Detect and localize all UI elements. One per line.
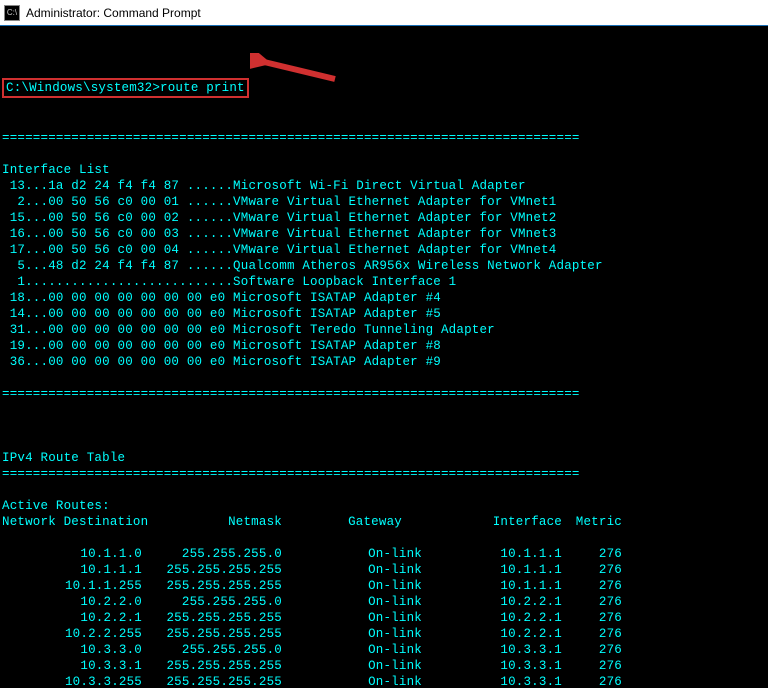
col-metric: Metric: [562, 514, 622, 530]
route-dest: 10.3.3.0: [2, 642, 142, 658]
route-if: 10.1.1.1: [422, 562, 562, 578]
route-met: 276: [562, 594, 622, 610]
interface-line: 31...00 00 00 00 00 00 00 e0 Microsoft T…: [2, 322, 766, 338]
interface-line: 14...00 00 00 00 00 00 00 e0 Microsoft I…: [2, 306, 766, 322]
interface-line: 2...00 50 56 c0 00 01 ......VMware Virtu…: [2, 194, 766, 210]
route-mask: 255.255.255.0: [142, 642, 282, 658]
route-met: 276: [562, 610, 622, 626]
route-row: 10.2.2.255255.255.255.255On-link10.2.2.1…: [2, 626, 622, 642]
route-met: 276: [562, 562, 622, 578]
route-if: 10.2.2.1: [422, 626, 562, 642]
route-dest: 10.3.3.255: [2, 674, 142, 688]
route-table: 10.1.1.0255.255.255.0On-link10.1.1.12761…: [2, 546, 622, 688]
separator-line: ========================================…: [2, 130, 766, 146]
interface-line: 1...........................Software Loo…: [2, 274, 766, 290]
route-if: 10.1.1.1: [422, 578, 562, 594]
route-gw: On-link: [282, 658, 422, 674]
route-mask: 255.255.255.0: [142, 546, 282, 562]
route-mask: 255.255.255.255: [142, 578, 282, 594]
route-mask: 255.255.255.255: [142, 562, 282, 578]
command-prompt-window: C:\ Administrator: Command Prompt C:\Win…: [0, 0, 768, 688]
route-gw: On-link: [282, 562, 422, 578]
terminal-area[interactable]: C:\Windows\system32>route print ========…: [0, 26, 768, 688]
command-line: C:\Windows\system32>route print: [2, 78, 249, 98]
route-dest: 10.2.2.0: [2, 594, 142, 610]
titlebar[interactable]: C:\ Administrator: Command Prompt: [0, 0, 768, 26]
col-dest: Network Destination: [2, 514, 142, 530]
route-met: 276: [562, 578, 622, 594]
route-gw: On-link: [282, 642, 422, 658]
interface-line: 13...1a d2 24 f4 f4 87 ......Microsoft W…: [2, 178, 766, 194]
interface-line: 5...48 d2 24 f4 f4 87 ......Qualcomm Ath…: [2, 258, 766, 274]
route-met: 276: [562, 546, 622, 562]
route-mask: 255.255.255.0: [142, 594, 282, 610]
route-if: 10.3.3.1: [422, 658, 562, 674]
route-dest: 10.1.1.0: [2, 546, 142, 562]
route-gw: On-link: [282, 546, 422, 562]
route-if: 10.3.3.1: [422, 674, 562, 688]
active-routes-header: Active Routes:: [2, 499, 110, 513]
window-title: Administrator: Command Prompt: [26, 6, 201, 20]
route-dest: 10.2.2.1: [2, 610, 142, 626]
interface-line: 17...00 50 56 c0 00 04 ......VMware Virt…: [2, 242, 766, 258]
route-row: 10.3.3.255255.255.255.255On-link10.3.3.1…: [2, 674, 622, 688]
route-dest: 10.2.2.255: [2, 626, 142, 642]
cmd-icon: C:\: [4, 5, 20, 21]
col-if: Interface: [422, 514, 562, 530]
route-met: 276: [562, 626, 622, 642]
route-gw: On-link: [282, 626, 422, 642]
col-gw: Gateway: [282, 514, 422, 530]
route-if: 10.2.2.1: [422, 610, 562, 626]
route-header-row: Network DestinationNetmaskGatewayInterfa…: [2, 514, 766, 530]
route-dest: 10.1.1.1: [2, 562, 142, 578]
interface-line: 16...00 50 56 c0 00 03 ......VMware Virt…: [2, 226, 766, 242]
route-mask: 255.255.255.255: [142, 610, 282, 626]
route-gw: On-link: [282, 674, 422, 688]
route-mask: 255.255.255.255: [142, 674, 282, 688]
interface-line: 19...00 00 00 00 00 00 00 e0 Microsoft I…: [2, 338, 766, 354]
ipv4-header: IPv4 Route Table: [2, 451, 125, 465]
route-mask: 255.255.255.255: [142, 626, 282, 642]
route-row: 10.2.2.0255.255.255.0On-link10.2.2.1276: [2, 594, 622, 610]
interface-list: 13...1a d2 24 f4 f4 87 ......Microsoft W…: [2, 178, 766, 370]
route-row: 10.1.1.1255.255.255.255On-link10.1.1.127…: [2, 562, 622, 578]
interface-line: 15...00 50 56 c0 00 02 ......VMware Virt…: [2, 210, 766, 226]
separator-line: ========================================…: [2, 386, 766, 402]
route-gw: On-link: [282, 594, 422, 610]
route-gw: On-link: [282, 610, 422, 626]
route-gw: On-link: [282, 578, 422, 594]
route-mask: 255.255.255.255: [142, 658, 282, 674]
interface-line: 36...00 00 00 00 00 00 00 e0 Microsoft I…: [2, 354, 766, 370]
interface-list-header: Interface List: [2, 163, 110, 177]
route-met: 276: [562, 674, 622, 688]
route-if: 10.3.3.1: [422, 642, 562, 658]
route-met: 276: [562, 642, 622, 658]
route-row: 10.3.3.1255.255.255.255On-link10.3.3.127…: [2, 658, 622, 674]
route-row: 10.1.1.0255.255.255.0On-link10.1.1.1276: [2, 546, 622, 562]
route-row: 10.2.2.1255.255.255.255On-link10.2.2.127…: [2, 610, 622, 626]
route-if: 10.2.2.1: [422, 594, 562, 610]
route-met: 276: [562, 658, 622, 674]
route-dest: 10.3.3.1: [2, 658, 142, 674]
route-row: 10.1.1.255255.255.255.255On-link10.1.1.1…: [2, 578, 622, 594]
route-dest: 10.1.1.255: [2, 578, 142, 594]
col-mask: Netmask: [142, 514, 282, 530]
interface-line: 18...00 00 00 00 00 00 00 e0 Microsoft I…: [2, 290, 766, 306]
separator-line: ========================================…: [2, 466, 766, 482]
route-if: 10.1.1.1: [422, 546, 562, 562]
route-row: 10.3.3.0255.255.255.0On-link10.3.3.1276: [2, 642, 622, 658]
